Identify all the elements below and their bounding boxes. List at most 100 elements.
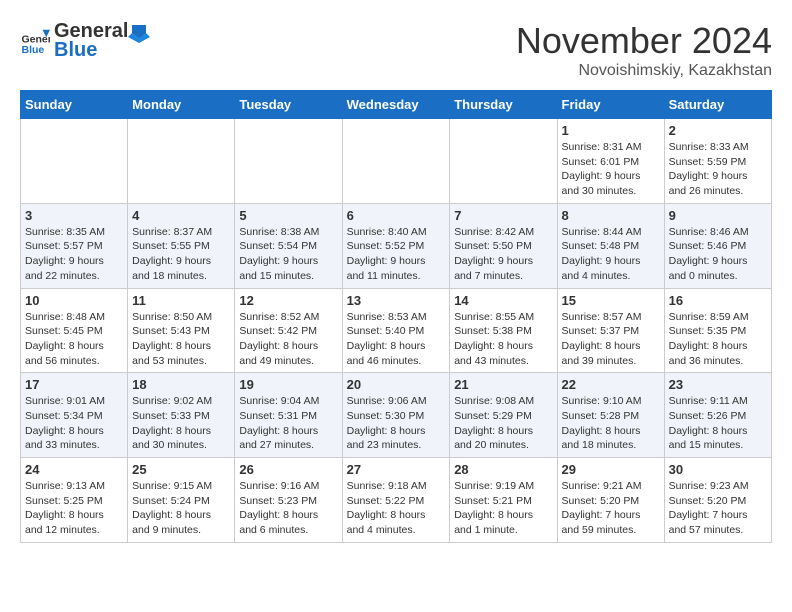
day-number: 25 [132,462,230,477]
calendar-cell: 27 Sunrise: 9:18 AM Sunset: 5:22 PM Dayli… [342,458,450,543]
calendar-cell: 28 Sunrise: 9:19 AM Sunset: 5:21 PM Dayli… [450,458,557,543]
calendar-cell: 3Sunrise: 8:35 AM Sunset: 5:57 PM Daylig… [21,203,128,288]
day-info: Sunrise: 9:10 AM Sunset: 5:28 PM Dayligh… [562,394,660,453]
day-info: Sunrise: 9:21 AM Sunset: 5:20 PM Dayligh… [562,479,660,538]
day-number: 4 [132,208,230,223]
calendar-cell: 23Sunrise: 9:11 AM Sunset: 5:26 PM Dayli… [664,373,771,458]
day-number: 22 [562,377,660,392]
calendar-cell: 16Sunrise: 8:59 AM Sunset: 5:35 PM Dayli… [664,288,771,373]
calendar-cell: 22 Sunrise: 9:10 AM Sunset: 5:28 PM Dayli… [557,373,664,458]
calendar-cell: 17Sunrise: 9:01 AM Sunset: 5:34 PM Dayli… [21,373,128,458]
day-info: Sunrise: 9:08 AM Sunset: 5:29 PM Dayligh… [454,394,552,453]
day-number: 3 [25,208,123,223]
calendar-cell: 14Sunrise: 8:55 AM Sunset: 5:38 PM Dayli… [450,288,557,373]
calendar-cell: 12 Sunrise: 8:52 AM Sunset: 5:42 PM Dayli… [235,288,342,373]
calendar-header-friday: Friday [557,91,664,119]
calendar-cell [235,119,342,204]
day-info: Sunrise: 8:33 AM Sunset: 5:59 PM Dayligh… [669,140,767,199]
day-number: 15 [562,293,660,308]
calendar-cell: 7 Sunrise: 8:42 AM Sunset: 5:50 PM Daylig… [450,203,557,288]
day-info: Sunrise: 9:13 AM Sunset: 5:25 PM Dayligh… [25,479,123,538]
day-info: Sunrise: 8:53 AM Sunset: 5:40 PM Dayligh… [347,310,446,369]
day-info: Sunrise: 8:55 AM Sunset: 5:38 PM Dayligh… [454,310,552,369]
day-number: 12 [239,293,337,308]
calendar-table: SundayMondayTuesdayWednesdayThursdayFrid… [20,90,772,543]
calendar-cell: 13 Sunrise: 8:53 AM Sunset: 5:40 PM Dayli… [342,288,450,373]
calendar-header-monday: Monday [128,91,235,119]
calendar-cell [450,119,557,204]
calendar-week-row: 24Sunrise: 9:13 AM Sunset: 5:25 PM Dayli… [21,458,772,543]
day-number: 17 [25,377,123,392]
day-info: Sunrise: 9:23 AM Sunset: 5:20 PM Dayligh… [669,479,767,538]
calendar-cell: 21 Sunrise: 9:08 AM Sunset: 5:29 PM Dayli… [450,373,557,458]
calendar-week-row: 10 Sunrise: 8:48 AM Sunset: 5:45 PM Dayli… [21,288,772,373]
day-info: Sunrise: 8:48 AM Sunset: 5:45 PM Dayligh… [25,310,123,369]
svg-text:Blue: Blue [22,44,45,56]
day-number: 21 [454,377,552,392]
calendar-cell: 30 Sunrise: 9:23 AM Sunset: 5:20 PM Dayli… [664,458,771,543]
calendar-cell: 8 Sunrise: 8:44 AM Sunset: 5:48 PM Daylig… [557,203,664,288]
location: Novoishimskiy, Kazakhstan [516,62,772,80]
calendar-header-thursday: Thursday [450,91,557,119]
day-number: 18 [132,377,230,392]
calendar-week-row: 1 Sunrise: 8:31 AM Sunset: 6:01 PM Daylig… [21,119,772,204]
logo-arrow-icon [128,21,150,43]
day-number: 30 [669,462,767,477]
calendar-header-sunday: Sunday [21,91,128,119]
calendar-cell: 9Sunrise: 8:46 AM Sunset: 5:46 PM Daylig… [664,203,771,288]
day-number: 20 [347,377,446,392]
day-number: 9 [669,208,767,223]
day-info: Sunrise: 8:40 AM Sunset: 5:52 PM Dayligh… [347,225,446,284]
day-number: 6 [347,208,446,223]
day-number: 7 [454,208,552,223]
month-title: November 2024 [516,20,772,62]
calendar-cell: 20 Sunrise: 9:06 AM Sunset: 5:30 PM Dayli… [342,373,450,458]
day-number: 5 [239,208,337,223]
day-info: Sunrise: 8:37 AM Sunset: 5:55 PM Dayligh… [132,225,230,284]
day-number: 29 [562,462,660,477]
day-number: 19 [239,377,337,392]
day-info: Sunrise: 9:15 AM Sunset: 5:24 PM Dayligh… [132,479,230,538]
day-number: 10 [25,293,123,308]
calendar-cell: 29 Sunrise: 9:21 AM Sunset: 5:20 PM Dayli… [557,458,664,543]
day-number: 28 [454,462,552,477]
day-number: 23 [669,377,767,392]
calendar-cell [21,119,128,204]
day-number: 8 [562,208,660,223]
calendar-week-row: 17Sunrise: 9:01 AM Sunset: 5:34 PM Dayli… [21,373,772,458]
title-area: November 2024 Novoishimskiy, Kazakhstan [516,20,772,80]
calendar-cell: 18Sunrise: 9:02 AM Sunset: 5:33 PM Dayli… [128,373,235,458]
day-number: 27 [347,462,446,477]
day-info: Sunrise: 8:44 AM Sunset: 5:48 PM Dayligh… [562,225,660,284]
calendar-cell: 2 Sunrise: 8:33 AM Sunset: 5:59 PM Daylig… [664,119,771,204]
calendar-cell [342,119,450,204]
day-info: Sunrise: 8:52 AM Sunset: 5:42 PM Dayligh… [239,310,337,369]
day-number: 1 [562,123,660,138]
calendar-cell: 6 Sunrise: 8:40 AM Sunset: 5:52 PM Daylig… [342,203,450,288]
calendar-cell: 15 Sunrise: 8:57 AM Sunset: 5:37 PM Dayli… [557,288,664,373]
day-info: Sunrise: 8:57 AM Sunset: 5:37 PM Dayligh… [562,310,660,369]
calendar-cell: 25 Sunrise: 9:15 AM Sunset: 5:24 PM Dayli… [128,458,235,543]
day-number: 26 [239,462,337,477]
calendar-header-tuesday: Tuesday [235,91,342,119]
day-info: Sunrise: 8:31 AM Sunset: 6:01 PM Dayligh… [562,140,660,199]
calendar-cell: 26Sunrise: 9:16 AM Sunset: 5:23 PM Dayli… [235,458,342,543]
day-info: Sunrise: 8:42 AM Sunset: 5:50 PM Dayligh… [454,225,552,284]
calendar-cell: 10 Sunrise: 8:48 AM Sunset: 5:45 PM Dayli… [21,288,128,373]
calendar-cell: 24Sunrise: 9:13 AM Sunset: 5:25 PM Dayli… [21,458,128,543]
calendar-week-row: 3Sunrise: 8:35 AM Sunset: 5:57 PM Daylig… [21,203,772,288]
day-number: 2 [669,123,767,138]
day-number: 13 [347,293,446,308]
day-number: 16 [669,293,767,308]
calendar-cell: 19 Sunrise: 9:04 AM Sunset: 5:31 PM Dayli… [235,373,342,458]
page-header: General Blue General Blue November 2024 … [20,20,772,80]
day-info: Sunrise: 9:04 AM Sunset: 5:31 PM Dayligh… [239,394,337,453]
day-info: Sunrise: 9:19 AM Sunset: 5:21 PM Dayligh… [454,479,552,538]
day-info: Sunrise: 9:18 AM Sunset: 5:22 PM Dayligh… [347,479,446,538]
calendar-cell [128,119,235,204]
calendar-header-wednesday: Wednesday [342,91,450,119]
day-info: Sunrise: 9:06 AM Sunset: 5:30 PM Dayligh… [347,394,446,453]
day-number: 11 [132,293,230,308]
calendar-header-row: SundayMondayTuesdayWednesdayThursdayFrid… [21,91,772,119]
calendar-cell: 4 Sunrise: 8:37 AM Sunset: 5:55 PM Daylig… [128,203,235,288]
